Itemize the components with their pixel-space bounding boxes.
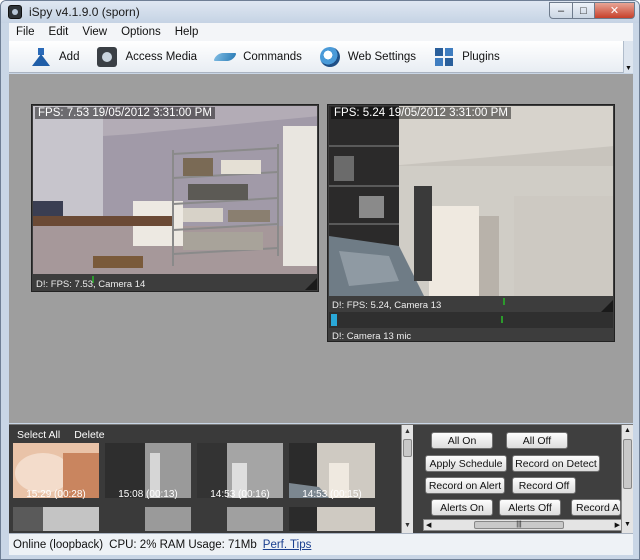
camera-13-mic-level-strip (329, 312, 613, 328)
select-all-link[interactable]: Select All (17, 429, 60, 441)
access-media-button[interactable]: Access Media (97, 46, 198, 67)
scroll-left-icon[interactable]: ◀ (426, 521, 431, 529)
commands-button[interactable]: Commands (215, 47, 302, 67)
camera-13-activity-bar (503, 298, 505, 305)
record-on-alert-button[interactable]: Record on Alert (425, 477, 505, 494)
plugins-label: Plugins (462, 50, 500, 63)
title-bar[interactable]: iSpy v4.1.9.0 (sporn) – □ ✕ (1, 1, 639, 23)
thumbnail-3-time: 14:53 (00:16) (210, 489, 270, 500)
menu-view[interactable]: View (75, 26, 114, 38)
thumbnail-5[interactable] (13, 507, 99, 531)
record-off-button[interactable]: Record Off (512, 477, 576, 494)
record-all-button[interactable]: Record All (571, 499, 621, 516)
scroll-right-icon[interactable]: ▶ (615, 521, 620, 529)
thumbnail-1-time: 15:29 (00:28) (26, 489, 86, 500)
web-settings-button[interactable]: Web Settings (319, 46, 417, 67)
camera-controls-panel: All On All Off Apply Schedule Record on … (413, 425, 633, 533)
close-icon: ✕ (609, 5, 620, 17)
scroll-up-icon[interactable]: ▲ (622, 427, 633, 434)
camera-13-tile[interactable]: FPS: 5.24 19/05/2012 3:31:00 PM D!: FPS:… (327, 104, 615, 342)
add-label: Add (59, 50, 80, 63)
main-toolbar: Add Access Media Commands Web Settings P… (9, 41, 633, 73)
mic-activity-bar (501, 316, 503, 323)
connection-status: Online (loopback) (13, 538, 104, 551)
chevron-down-icon: ▼ (625, 65, 632, 72)
camera-14-resize-handle[interactable] (305, 278, 317, 290)
controls-horizontal-scrollbar[interactable]: ◀ ||| ▶ (423, 519, 623, 531)
camera-14-tile[interactable]: FPS: 7.53 19/05/2012 3:31:00 PM D!: FPS:… (31, 104, 319, 292)
alerts-on-button[interactable]: Alerts On (431, 499, 493, 516)
controls-scroll-thumb[interactable] (623, 439, 632, 489)
maximize-button[interactable]: □ (573, 2, 595, 19)
thumbnail-2-time: 15:08 (00:13) (118, 489, 178, 500)
alerts-off-button[interactable]: Alerts Off (499, 499, 561, 516)
perf-tips-link[interactable]: Perf. Tips (263, 539, 312, 551)
menu-file[interactable]: File (9, 26, 42, 38)
camera-workspace: FPS: 7.53 19/05/2012 3:31:00 PM D!: FPS:… (9, 74, 633, 423)
camera-13-image (329, 106, 613, 296)
record-on-detect-button[interactable]: Record on Detect (512, 455, 600, 472)
flask-icon (31, 47, 51, 67)
apply-schedule-button[interactable]: Apply Schedule (425, 455, 507, 472)
minimize-button[interactable]: – (549, 2, 573, 19)
thumbnail-4-time: 14:53 (00:15) (302, 489, 362, 500)
plugin-icon (434, 47, 454, 67)
commands-icon (215, 47, 235, 67)
all-on-button[interactable]: All On (431, 432, 493, 449)
window-controls: – □ ✕ (549, 2, 635, 19)
menu-options[interactable]: Options (114, 26, 168, 38)
window-title: iSpy v4.1.9.0 (sporn) (29, 5, 140, 19)
scroll-up-icon[interactable]: ▲ (402, 426, 413, 438)
menu-help[interactable]: Help (168, 26, 206, 38)
bottom-panel: Select All Delete 15:29 (00:28) 15:08 (0… (9, 424, 633, 533)
camera-14-image (33, 106, 317, 274)
all-off-button[interactable]: All Off (506, 432, 568, 449)
plugins-button[interactable]: Plugins (434, 47, 500, 67)
camera-13-resize-handle[interactable] (601, 300, 613, 312)
thumbnail-scroll-thumb[interactable] (403, 439, 412, 457)
scroll-down-icon[interactable]: ▼ (622, 521, 633, 528)
media-icon (97, 46, 118, 67)
media-actions: Select All Delete (17, 429, 119, 441)
access-media-label: Access Media (125, 50, 198, 63)
globe-icon (319, 46, 340, 67)
web-settings-label: Web Settings (347, 50, 417, 63)
app-camera-icon (8, 5, 22, 19)
add-button[interactable]: Add (31, 47, 79, 67)
status-bar: Online (loopback) CPU: 2% RAM Usage: 71M… (9, 533, 633, 555)
minimize-icon: – (557, 4, 565, 17)
media-thumbnail-strip: Select All Delete 15:29 (00:28) 15:08 (0… (9, 425, 401, 533)
controls-vertical-scrollbar[interactable]: ▲ ▼ (621, 425, 633, 533)
camera-14-video[interactable]: FPS: 7.53 19/05/2012 3:31:00 PM (33, 106, 317, 274)
maximize-icon: □ (580, 4, 587, 17)
camera-13-status: D!: FPS: 5.24, Camera 13 (332, 300, 442, 311)
menu-edit[interactable]: Edit (42, 26, 76, 38)
close-button[interactable]: ✕ (595, 2, 635, 19)
camera-13-mic-label: D!: Camera 13 mic (332, 331, 412, 342)
camera-14-status: D!: FPS: 7.53, Camera 14 (36, 279, 146, 290)
commands-label: Commands (243, 50, 302, 63)
camera-13-video[interactable]: FPS: 5.24 19/05/2012 3:31:00 PM (329, 106, 613, 296)
scroll-down-icon[interactable]: ▼ (402, 520, 413, 532)
menu-bar: File Edit View Options Help (9, 23, 633, 41)
thumbnail-6[interactable] (105, 507, 191, 531)
toolbar-overflow-scroll[interactable]: ▼ (623, 41, 633, 73)
delete-link[interactable]: Delete (74, 429, 104, 441)
thumbnail-8[interactable] (289, 507, 375, 531)
camera-14-fps-overlay: FPS: 7.53 19/05/2012 3:31:00 PM (35, 107, 215, 119)
app-window: iSpy v4.1.9.0 (sporn) – □ ✕ File Edit Vi… (0, 0, 640, 560)
thumbnail-scrollbar[interactable]: ▲ ▼ (401, 425, 413, 533)
thumbnail-7[interactable] (197, 507, 283, 531)
horizontal-scroll-thumb[interactable]: ||| (474, 521, 564, 529)
mic-level-meter (331, 314, 337, 326)
resource-usage: CPU: 2% RAM Usage: 71Mb (109, 538, 257, 551)
camera-13-fps-overlay: FPS: 5.24 19/05/2012 3:31:00 PM (331, 107, 511, 119)
